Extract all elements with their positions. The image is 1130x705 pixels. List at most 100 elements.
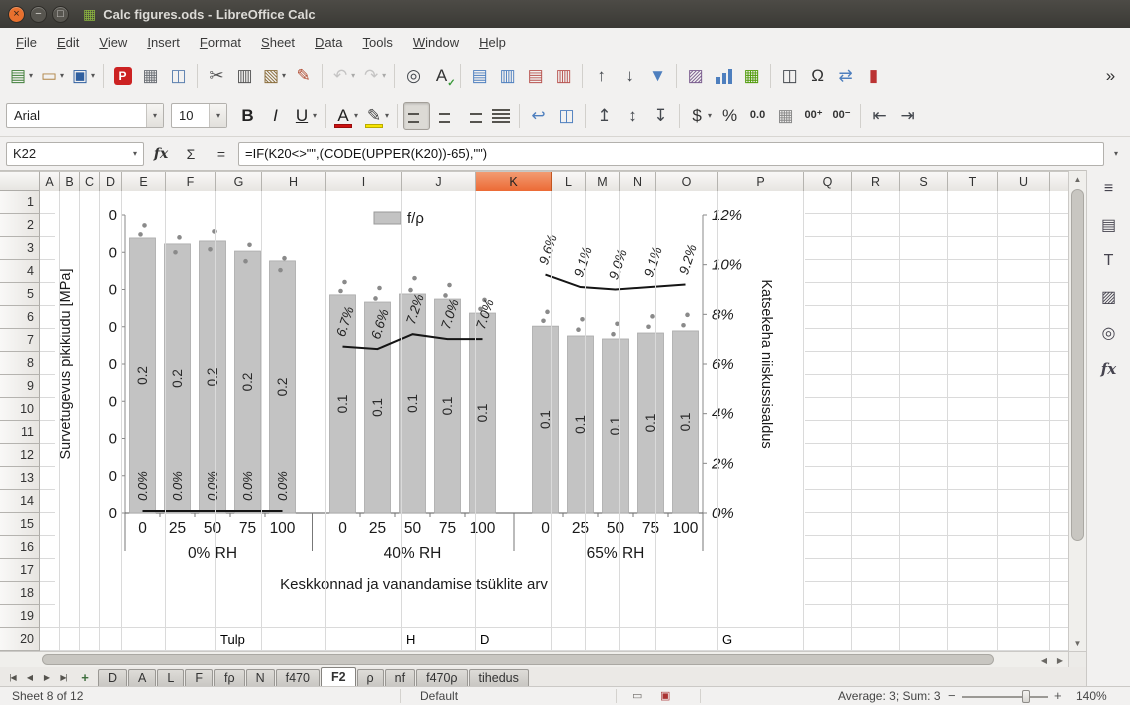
horizontal-scrollbar[interactable]: ◀ ▶ [0, 651, 1068, 667]
row-header-20[interactable]: 20 [0, 628, 40, 651]
toolbar-overflow-button[interactable]: » [1097, 62, 1124, 90]
insert-row-button[interactable]: ▤ [466, 62, 493, 90]
redo-dropdown[interactable]: ▾ [382, 71, 386, 80]
wrap-text-button[interactable]: ↩ [525, 102, 552, 130]
justified-button[interactable] [487, 102, 514, 130]
find-and-replace-button[interactable]: ◎ [400, 62, 427, 90]
font-color-button[interactable]: A▾ [331, 102, 361, 130]
column-header-S[interactable]: S [900, 172, 948, 191]
zoom-out-button[interactable]: − [948, 688, 956, 703]
center-vertically-button[interactable]: ↕ [619, 102, 646, 130]
cut-button[interactable]: ✂ [203, 62, 230, 90]
underline-dropdown[interactable]: ▾ [313, 111, 317, 120]
sheet-tab-A[interactable]: A [128, 669, 156, 686]
font-color-dropdown[interactable]: ▾ [354, 111, 358, 120]
row-header-19[interactable]: 19 [0, 605, 40, 628]
column-header-K[interactable]: K [476, 172, 552, 191]
column-header-B[interactable]: B [60, 172, 80, 191]
insert-chart-button[interactable] [710, 62, 737, 90]
column-header-A[interactable]: A [40, 172, 60, 191]
align-center-button[interactable] [431, 102, 458, 130]
row-header-8[interactable]: 8 [0, 352, 40, 375]
sheet-tab-tihedus[interactable]: tihedus [469, 669, 529, 686]
copy-button[interactable]: ▥ [231, 62, 258, 90]
previous-sheet-button[interactable]: ◀ [21, 669, 38, 686]
row-header-7[interactable]: 7 [0, 329, 40, 352]
name-box-dropdown[interactable]: ▾ [127, 149, 143, 158]
format-as-currency-button[interactable]: $▾ [685, 102, 715, 130]
select-function-button[interactable]: Σ [178, 142, 204, 166]
new-spreadsheet-dropdown[interactable]: ▾ [29, 71, 33, 80]
column-header-C[interactable]: C [80, 172, 100, 191]
column-header-H[interactable]: H [262, 172, 326, 191]
properties-deck-icon[interactable]: ▤ [1095, 212, 1123, 238]
cell-K20[interactable]: D [477, 629, 489, 651]
sheet-tab-N[interactable]: N [246, 669, 275, 686]
add-decimal-place-button[interactable]: 00⁺ [800, 102, 827, 130]
save-dropdown[interactable]: ▾ [91, 71, 95, 80]
scroll-down-icon[interactable]: ▼ [1069, 635, 1086, 651]
align-left-button[interactable] [403, 102, 430, 130]
column-header-O[interactable]: O [656, 172, 718, 191]
format-as-date-button[interactable]: ▦ [772, 102, 799, 130]
cell-J20[interactable]: H [403, 629, 415, 651]
row-header-15[interactable]: 15 [0, 513, 40, 536]
decrease-indent-button[interactable]: ⇤ [866, 102, 893, 130]
delete-decimal-place-button[interactable]: 00⁻ [828, 102, 855, 130]
scroll-left-icon[interactable]: ◀ [1036, 652, 1052, 668]
row-header-1[interactable]: 1 [0, 191, 40, 214]
column-header-N[interactable]: N [620, 172, 656, 191]
sheet-tab-f470[interactable]: f470 [276, 669, 320, 686]
page-style[interactable]: Default [420, 689, 458, 703]
formula-button[interactable]: = [208, 142, 234, 166]
highlighting-color-button[interactable]: ✎▾ [362, 102, 392, 130]
autofilter-button[interactable]: ▼ [644, 62, 671, 90]
column-header-U[interactable]: U [998, 172, 1050, 191]
column-header-I[interactable]: I [326, 172, 402, 191]
column-header-V[interactable]: V [1050, 172, 1068, 191]
insert-pivot-table-button[interactable]: ▦ [738, 62, 765, 90]
close-button[interactable]: × [8, 6, 25, 23]
functions-deck-icon[interactable]: fx [1095, 356, 1123, 382]
formula-input[interactable]: =IF(K20<>"",(CODE(UPPER(K20))-65),"") [238, 142, 1104, 166]
format-as-number-button[interactable]: 0.0 [744, 102, 771, 130]
paste-button[interactable]: ▧▾ [259, 62, 289, 90]
column-header-D[interactable]: D [100, 172, 122, 191]
sheet-tab-D[interactable]: D [98, 669, 127, 686]
insert-mode-icon[interactable]: ▭ [632, 689, 642, 702]
format-as-percent-button[interactable]: % [716, 102, 743, 130]
row-header-5[interactable]: 5 [0, 283, 40, 306]
sidebar-settings-icon[interactable]: ≡ [1095, 176, 1123, 202]
menu-insert[interactable]: Insert [137, 31, 190, 54]
align-right-button[interactable] [459, 102, 486, 130]
sheet-tab-F2[interactable]: F2 [321, 667, 356, 686]
italic-button[interactable]: I [262, 102, 289, 130]
font-name-dropdown[interactable]: ▾ [146, 104, 163, 127]
sort-ascending-button[interactable]: ↑ [588, 62, 615, 90]
column-header-P[interactable]: P [718, 172, 804, 191]
row-header-12[interactable]: 12 [0, 444, 40, 467]
name-box[interactable]: K22 ▾ [6, 142, 144, 166]
maximize-button[interactable]: □ [52, 6, 69, 23]
column-header-R[interactable]: R [852, 172, 900, 191]
gallery-deck-icon[interactable]: ▨ [1095, 284, 1123, 310]
horizontal-scroll-thumb[interactable] [42, 654, 994, 665]
delete-row-button[interactable]: ▤ [522, 62, 549, 90]
font-size-combo[interactable]: 10 ▾ [171, 103, 227, 128]
menu-help[interactable]: Help [469, 31, 516, 54]
highlighting-color-dropdown[interactable]: ▾ [385, 111, 389, 120]
column-header-T[interactable]: T [948, 172, 998, 191]
expand-formula-bar-button[interactable]: ▾ [1108, 149, 1124, 158]
print-button[interactable]: ▦ [137, 62, 164, 90]
clone-formatting-button[interactable]: ✎ [290, 62, 317, 90]
format-as-currency-dropdown[interactable]: ▾ [708, 111, 712, 120]
row-header-17[interactable]: 17 [0, 559, 40, 582]
menu-window[interactable]: Window [403, 31, 469, 54]
new-spreadsheet-button[interactable]: ▤▾ [6, 62, 36, 90]
align-bottom-button[interactable]: ↧ [647, 102, 674, 130]
column-header-L[interactable]: L [552, 172, 586, 191]
spelling-button[interactable]: A✓ [428, 62, 455, 90]
navigator-deck-icon[interactable]: ◎ [1095, 320, 1123, 346]
cell-P20[interactable]: G [719, 629, 732, 651]
first-sheet-button[interactable]: |◀ [4, 669, 21, 686]
